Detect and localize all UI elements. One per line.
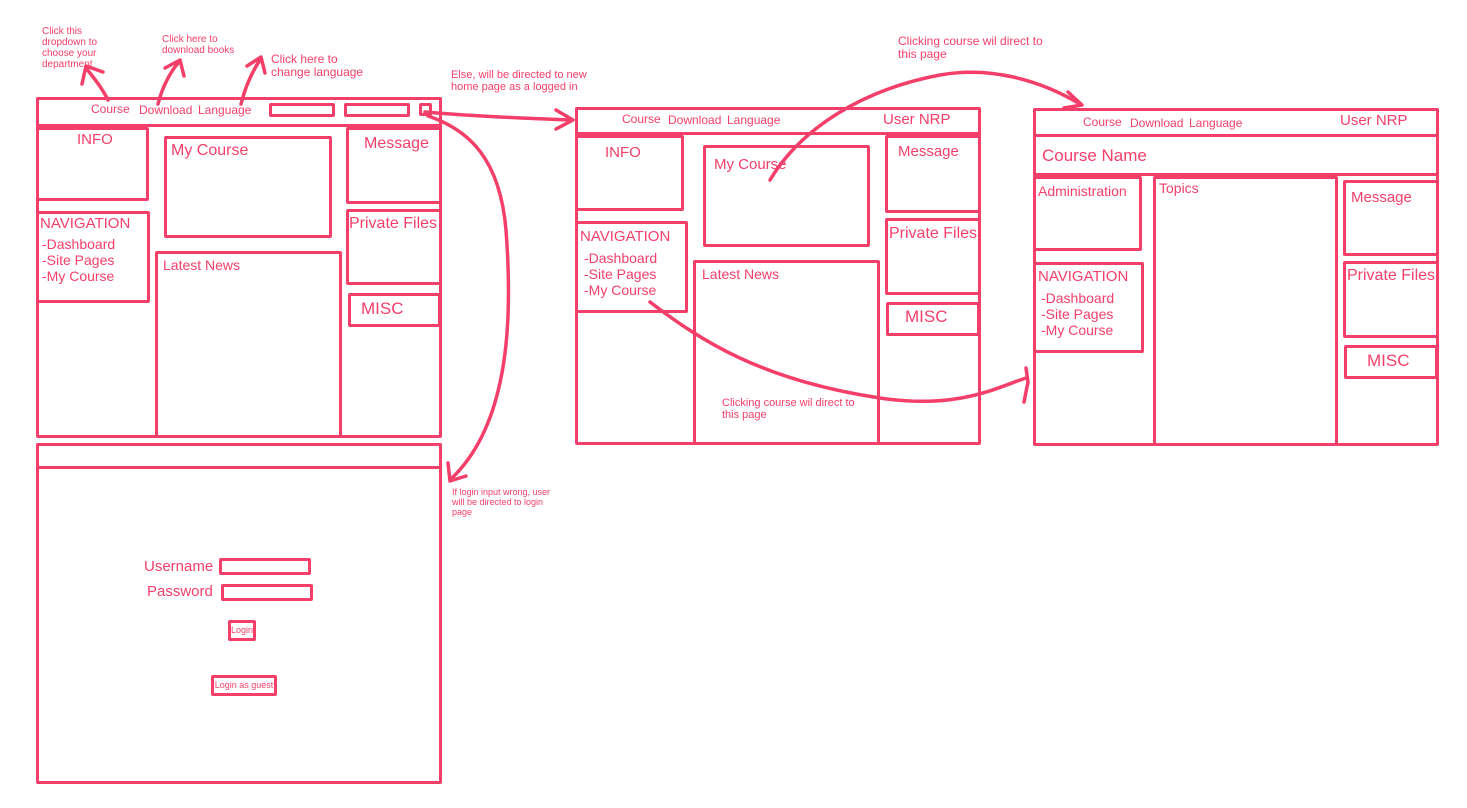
course-name-title: Course Name [1042,146,1147,165]
arrow-to-logged-home [423,110,572,122]
login-page-frame [36,443,442,784]
logged-latest-news-label: Latest News [702,266,780,282]
arrow-download-head [163,58,186,78]
login-as-guest-button[interactable]: Login as guest [211,675,277,696]
logged-nav-dashboard[interactable]: -Dashboard [584,250,657,266]
login-page-header [36,443,442,469]
note-login-wrong: If login input wrong, user will be direc… [452,487,551,517]
arrow-my-course-top-head [1062,90,1084,110]
course-misc-label: MISC [1367,351,1410,370]
course-topics-label: Topics [1159,180,1199,196]
course-nav-list: -Dashboard -Site Pages -My Course [1041,290,1114,338]
course-menu-download[interactable]: Download [1130,117,1183,130]
login-button[interactable]: Login [228,620,256,641]
logged-misc-label: MISC [905,307,948,326]
guest-login-mini-button[interactable] [419,103,432,116]
logged-info-label: INFO [605,144,641,161]
course-administration-label: Administration [1038,183,1127,199]
logged-nav-list: -Dashboard -Site Pages -My Course [584,250,657,298]
course-user-nrp[interactable]: User NRP [1340,113,1408,129]
logged-menu-language[interactable]: Language [727,114,780,127]
note-dropdown: Click this dropdown to choose your depar… [42,26,98,70]
logged-nav-site-pages[interactable]: -Site Pages [584,266,657,282]
guest-latest-news-block [155,251,342,438]
logged-menu-download[interactable]: Download [668,114,721,127]
password-label: Password [147,583,213,600]
guest-username-mini-field[interactable] [269,103,335,117]
guest-nav-my-course[interactable]: -My Course [42,268,115,284]
logged-nav-my-course[interactable]: -My Course [584,282,657,298]
logged-private-files-label: Private Files [889,225,978,242]
logged-latest-news-block [693,260,880,445]
logged-user-nrp[interactable]: User NRP [883,112,951,128]
course-nav-dashboard[interactable]: -Dashboard [1041,290,1114,306]
guest-nav-list: -Dashboard -Site Pages -My Course [42,236,115,284]
course-message-label: Message [1351,189,1412,206]
course-nav-site-pages[interactable]: -Site Pages [1041,306,1114,322]
course-private-files-label: Private Files [1347,267,1436,284]
note-course-direct-top: Clicking course wil direct to this page [898,34,1043,62]
arrow-to-login-page-head [446,461,468,483]
guest-password-mini-field[interactable] [344,103,410,117]
guest-menu-language[interactable]: Language [198,104,251,117]
arrow-dropdown [84,66,110,102]
guest-nav-site-pages[interactable]: -Site Pages [42,252,115,268]
guest-my-course-label[interactable]: My Course [171,142,248,160]
guest-nav-dashboard[interactable]: -Dashboard [42,236,115,252]
note-download: Click here to download books [162,34,235,56]
note-language: Click here to change language [271,52,364,80]
course-topics-block [1153,176,1338,446]
guest-menu-course[interactable]: Course [91,103,130,116]
course-nav-my-course[interactable]: -My Course [1041,322,1114,338]
guest-navigation-label: NAVIGATION [40,215,131,232]
guest-latest-news-label: Latest News [163,257,241,273]
course-menu-course[interactable]: Course [1083,116,1122,129]
username-label: Username [144,558,214,575]
password-input[interactable] [221,584,313,601]
logged-navigation-label: NAVIGATION [580,228,671,245]
guest-menu-download[interactable]: Download [139,104,192,117]
guest-message-label: Message [364,135,429,152]
logged-message-label: Message [898,143,959,160]
logged-my-course-label[interactable]: My Course [714,157,787,173]
arrow-my-course-bottom-head [1022,366,1030,404]
arrow-language-head [245,55,267,75]
note-else-logged-in: Else, will be directed to new home page … [451,69,587,94]
guest-private-files-label: Private Files [349,215,438,232]
guest-misc-label: MISC [361,299,404,318]
course-menu-language[interactable]: Language [1189,117,1242,130]
course-navigation-label: NAVIGATION [1038,268,1129,285]
arrow-to-logged-home-head [554,108,575,131]
guest-info-label: INFO [77,131,113,148]
logged-menu-course[interactable]: Course [622,113,661,126]
username-input[interactable] [219,558,311,575]
